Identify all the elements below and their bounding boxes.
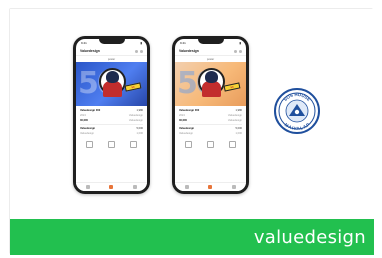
battery-icon: ▮ [140,41,142,45]
settings-icon [232,185,237,189]
app-header: Valuedesign [76,47,147,56]
info-value: Valuedesign [227,114,242,117]
preview-image: 9:41 ▮ Valuedesign poster 50 50 Valuedes… [10,9,374,219]
card-info: Valuedesign 000 1,980 2024 Valuedesign 30,… [175,106,246,138]
phone-screen: 9:41 ▮ Valuedesign poster 50 50 Valuedes… [76,39,147,191]
product-card[interactable]: 9:41 ▮ Valuedesign poster 50 50 Valuedes… [9,8,374,255]
brand-badge-logo: SOS HOUSE MAIVALAP [274,88,320,134]
home-icon [184,185,189,189]
app-title: Valuedesign [80,49,100,53]
info-value: 5,000 [136,127,144,130]
battery-icon: ▮ [239,41,241,45]
gift-icon [107,141,115,148]
phone-mockup-orange: 9:41 ▮ Valuedesign poster 50 50 Valuedes… [172,36,249,194]
history-icon [184,141,192,148]
history-icon [85,141,93,148]
info-value: Valuedesign [128,114,143,117]
info-label: Valuedesign [179,127,195,130]
info-label: Valuedesign 000 [80,109,101,112]
info-label: 30,000 [179,119,187,122]
card-info: Valuedesign 000 1,980 2024 Valuedesign 30,… [76,106,147,138]
info-value: Valuedesign [128,119,143,122]
badge-icon: SOS HOUSE MAIVALAP [278,92,316,131]
sub-title: poster [206,57,215,61]
info-value: 1,980 [235,109,243,112]
info-value: Valuedesign [227,119,242,122]
info-value: 1,000 [235,132,243,135]
card-banner: 50 50 [175,62,246,106]
banner-flag: 50 [223,82,241,92]
divider [80,124,143,125]
character-body [103,81,122,97]
app-header: Valuedesign [175,47,246,56]
info-value: 1,000 [136,132,144,135]
brand-footer: valuedesign [10,219,374,255]
info-label: Valuedesign 000 [179,109,200,112]
brand-name: valuedesign [253,227,366,248]
info-value: 5,000 [235,127,243,130]
store-icon [229,141,237,148]
divider [179,124,242,125]
card-banner: 50 50 [76,62,147,106]
status-time: 9:41 [81,41,87,45]
phone-mockup-blue: 9:41 ▮ Valuedesign poster 50 50 Valuedes… [73,36,150,194]
home-icon [85,185,90,189]
info-value: 1,980 [136,109,144,112]
character-head [205,71,218,83]
card-icon [208,185,213,189]
phone-notch [197,39,224,44]
close-icon [239,49,242,53]
app-title: Valuedesign [179,49,199,53]
action-icons [76,138,147,150]
phone-notch [98,39,125,44]
store-icon [130,141,138,148]
action-icons [175,138,246,150]
card-icon [109,185,114,189]
info-label: 2024 [179,114,185,117]
status-time: 9:41 [180,41,186,45]
info-label: Valuedesign [80,132,95,135]
info-label: Valuedesign [80,127,96,130]
sub-title: poster [107,57,116,61]
character-body [202,81,221,97]
settings-icon [133,185,138,189]
info-label: Valuedesign [179,132,194,135]
tab-bar [175,182,246,191]
tab-bar [76,182,147,191]
info-label: 30,000 [80,119,88,122]
close-icon [140,49,143,53]
info-label: 2024 [80,114,86,117]
phone-screen: 9:41 ▮ Valuedesign poster 50 50 Valuedes… [175,39,246,191]
gift-icon [206,141,214,148]
menu-icon [135,49,138,53]
menu-icon [234,49,237,53]
banner-flag: 50 [124,82,142,92]
character-head [106,71,119,83]
